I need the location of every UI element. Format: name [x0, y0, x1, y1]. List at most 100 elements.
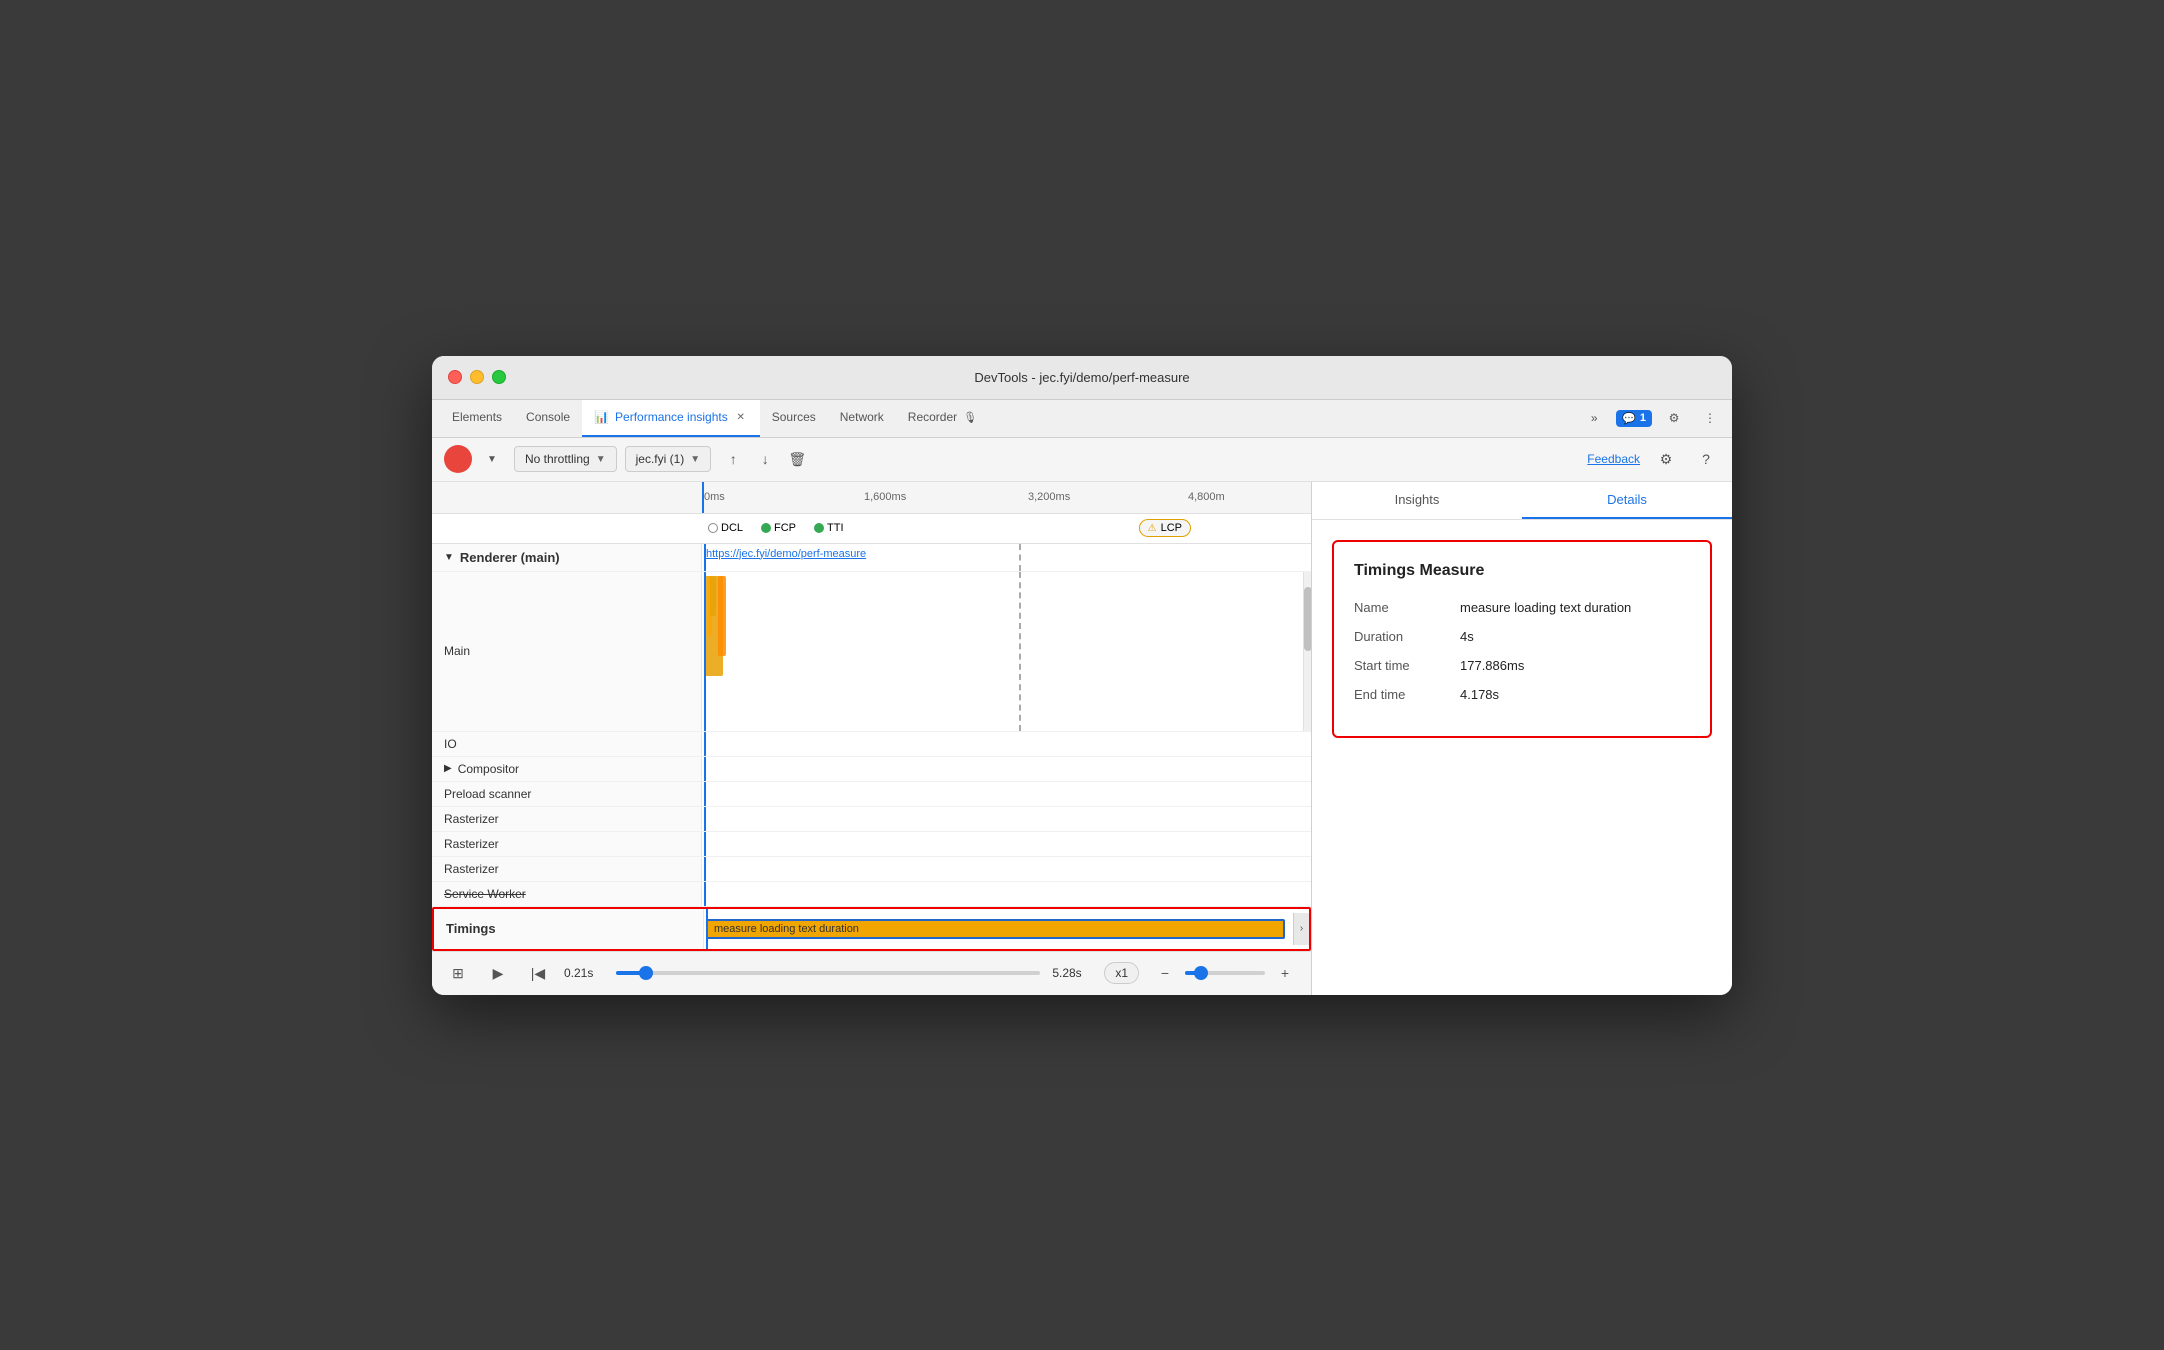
flame-bars [702, 572, 1311, 731]
main-track-row: Main [432, 572, 1311, 732]
dcl-marker[interactable]: DCL [702, 520, 749, 536]
service-worker-label-text: Service Worker [444, 887, 526, 901]
renderer-track-content: https://jec.fyi/demo/perf-measure [702, 544, 1311, 571]
record-button[interactable] [444, 445, 472, 473]
renderer-track-row: Renderer (main) https://jec.fyi/demo/per… [432, 544, 1311, 572]
flame-bar-2[interactable] [718, 576, 726, 656]
rasterizer3-label-text: Rasterizer [444, 862, 499, 876]
detail-starttime-value: 177.886ms [1460, 658, 1524, 673]
toolbar-icons: ↑ ↓ 🗑 [719, 445, 811, 473]
zoom-slider[interactable] [1185, 971, 1265, 975]
timings-measure-card: Timings Measure Name measure loading tex… [1332, 540, 1712, 738]
more-options-button[interactable]: ⋮ [1696, 404, 1724, 432]
expand-arrow[interactable]: › [1293, 913, 1309, 945]
tab-sources[interactable]: Sources [760, 400, 828, 437]
play-button[interactable]: ▶ [484, 959, 512, 987]
zoom-in-button[interactable]: + [1271, 959, 1299, 987]
url-selector-chevron-icon: ▼ [690, 454, 700, 465]
url-selector-dropdown[interactable]: jec.fyi (1) ▼ [625, 446, 712, 472]
tti-marker[interactable]: TTI [808, 520, 850, 536]
main-label-text: Main [444, 644, 470, 658]
rasterizer3-cursor-line [704, 857, 706, 881]
minimize-button[interactable] [470, 370, 484, 384]
preload-cursor-line [704, 782, 706, 806]
skip-button[interactable]: |◀ [524, 959, 552, 987]
io-track-row: IO [432, 732, 1311, 757]
fcp-marker[interactable]: FCP [755, 520, 802, 536]
main-cursor-line [704, 572, 706, 731]
tabbar: Elements Console 📊 Performance insights … [432, 400, 1732, 438]
tti-dot [814, 523, 824, 533]
tabbar-right: » 💬 1 ⚙ ⋮ [1580, 400, 1724, 437]
compositor-expand-icon[interactable] [444, 763, 452, 774]
io-cursor-line [704, 732, 706, 756]
renderer-track-label: Renderer (main) [432, 544, 702, 571]
time-end-display: 5.28s [1052, 966, 1092, 980]
tab-network[interactable]: Network [828, 400, 896, 437]
rasterizer2-track-label: Rasterizer [432, 832, 702, 856]
tab-pi-close[interactable]: ✕ [734, 410, 748, 424]
compositor-track-label: Compositor [432, 757, 702, 781]
dashed-cursor-line [1019, 544, 1021, 571]
scroll-thumb[interactable] [1304, 587, 1311, 651]
renderer-url[interactable]: https://jec.fyi/demo/perf-measure [706, 548, 866, 560]
help-button[interactable]: ? [1692, 445, 1720, 473]
io-label-text: IO [444, 737, 457, 751]
traffic-lights [448, 370, 506, 384]
details-panel: Insights Details Timings Measure Name me… [1312, 482, 1732, 995]
rasterizer1-track-label: Rasterizer [432, 807, 702, 831]
timeline-panel: 0ms 1,600ms 3,200ms 4,800m DCL FCP TTI [432, 482, 1312, 995]
record-dropdown-button[interactable]: ▼ [478, 445, 506, 473]
detail-row-name: Name measure loading text duration [1354, 600, 1690, 615]
tab-insights[interactable]: Insights [1312, 482, 1522, 519]
rasterizer2-track-row: Rasterizer [432, 832, 1311, 857]
scrubber-track[interactable] [616, 971, 1040, 975]
close-button[interactable] [448, 370, 462, 384]
dcl-dot [708, 523, 718, 533]
delete-button[interactable]: 🗑 [783, 445, 811, 473]
service-worker-cursor-line [704, 882, 706, 906]
url-selector-label: jec.fyi (1) [636, 452, 685, 466]
tab-recorder[interactable]: Recorder 🎙 [896, 400, 989, 437]
scrubber-thumb[interactable] [639, 966, 653, 980]
rasterizer3-track-content [702, 857, 1311, 881]
lcp-marker[interactable]: ⚠ LCP [1139, 519, 1191, 537]
dcl-label: DCL [721, 522, 743, 534]
rasterizer3-track-label: Rasterizer [432, 857, 702, 881]
throttling-label: No throttling [525, 452, 590, 466]
feedback-link[interactable]: Feedback [1587, 452, 1640, 466]
detail-row-starttime: Start time 177.886ms [1354, 658, 1690, 673]
main-track-label: Main [432, 572, 702, 731]
timings-track-content[interactable]: measure loading text duration › [704, 909, 1309, 949]
download-button[interactable]: ↓ [751, 445, 779, 473]
chat-button[interactable]: 💬 1 [1616, 410, 1652, 427]
timing-bar[interactable]: measure loading text duration [706, 919, 1285, 939]
more-tabs-button[interactable]: » [1580, 404, 1608, 432]
details-content: Timings Measure Name measure loading tex… [1312, 520, 1732, 995]
flame-bar-4[interactable] [710, 576, 716, 616]
chat-icon: 💬 [1622, 412, 1636, 425]
maximize-button[interactable] [492, 370, 506, 384]
settings-tab-button[interactable]: ⚙ [1660, 404, 1688, 432]
rasterizer1-track-row: Rasterizer [432, 807, 1311, 832]
scroll-track [1303, 572, 1311, 731]
zoom-out-button[interactable]: − [1151, 959, 1179, 987]
tab-performance-insights[interactable]: 📊 Performance insights ✕ [582, 400, 760, 437]
thumbnail-button[interactable]: ⊞ [444, 959, 472, 987]
zoom-thumb[interactable] [1194, 966, 1208, 980]
rasterizer1-cursor-line [704, 807, 706, 831]
devtools-window: DevTools - jec.fyi/demo/perf-measure Ele… [432, 356, 1732, 995]
tab-elements[interactable]: Elements [440, 400, 514, 437]
timeline-scrubber[interactable] [616, 971, 1040, 975]
speed-badge[interactable]: x1 [1104, 962, 1139, 984]
time-marker-1: 1,600ms [864, 491, 906, 503]
upload-button[interactable]: ↑ [719, 445, 747, 473]
throttling-dropdown[interactable]: No throttling ▼ [514, 446, 617, 472]
renderer-expand-icon[interactable] [444, 552, 454, 563]
settings-button[interactable]: ⚙ [1652, 445, 1680, 473]
tab-details[interactable]: Details [1522, 482, 1732, 519]
tab-pi-label: Performance insights [615, 410, 728, 424]
compositor-track-content [702, 757, 1311, 781]
tab-console[interactable]: Console [514, 400, 582, 437]
timings-card-title: Timings Measure [1354, 562, 1690, 580]
